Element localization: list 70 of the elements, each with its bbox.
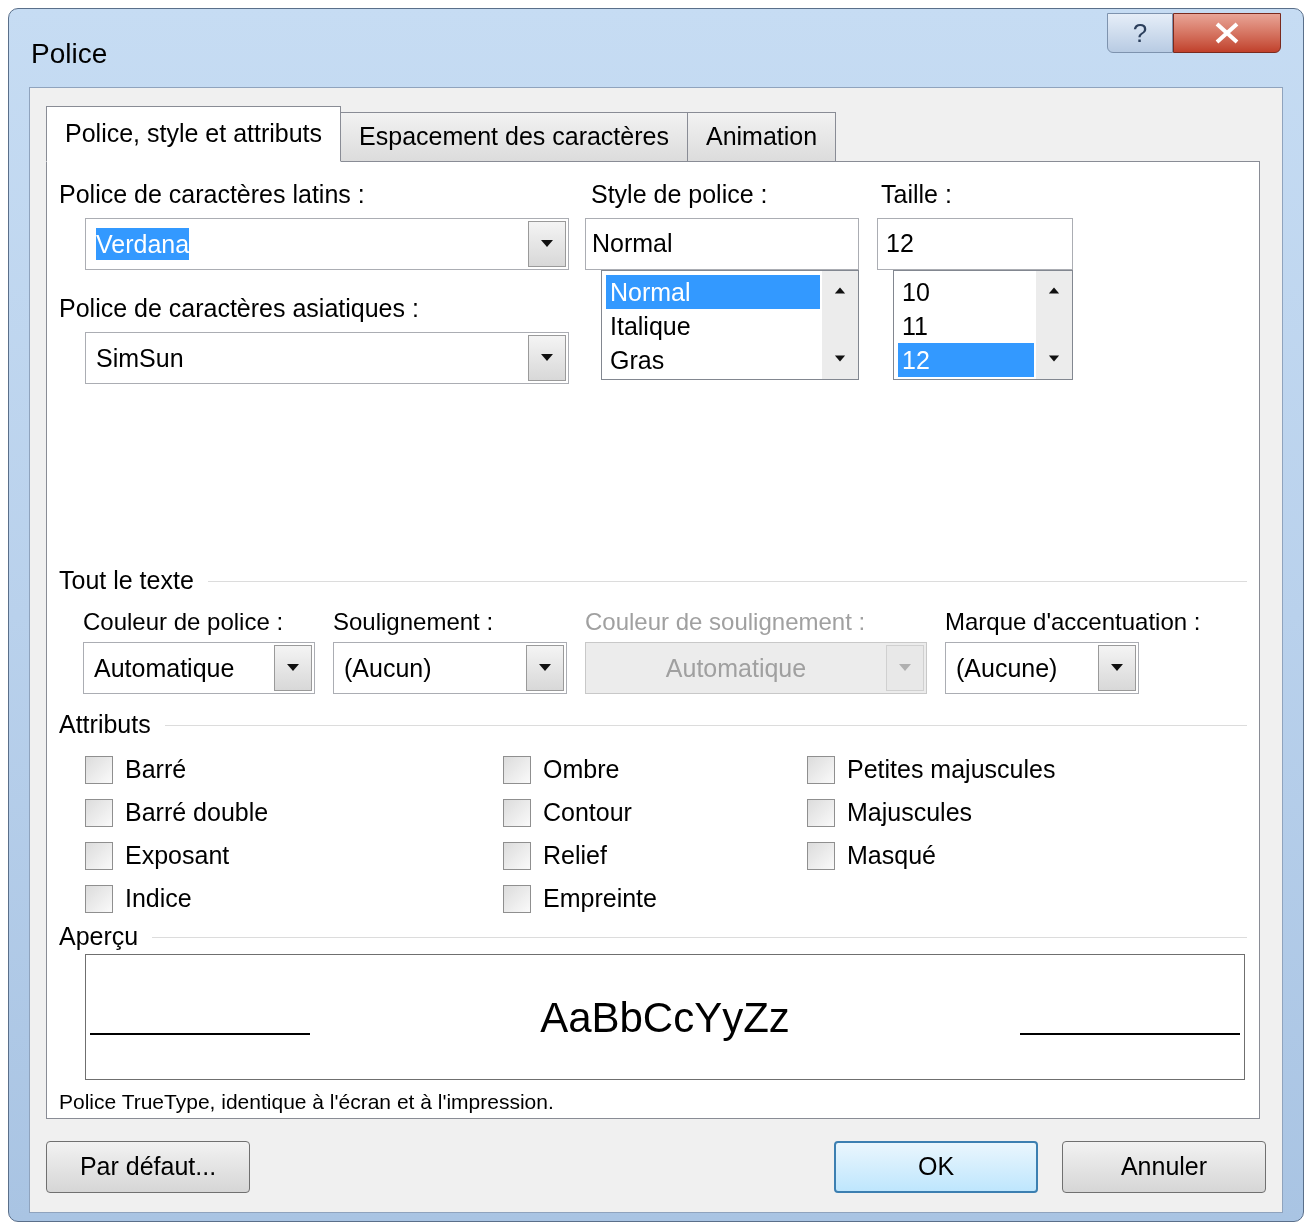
dropdown-value: Verdana	[96, 228, 190, 260]
window-title: Police	[31, 37, 108, 71]
text-field[interactable]: Normal	[585, 218, 859, 270]
checkbox-label: Petites majuscules	[847, 753, 1056, 785]
field-label: Couleur de soulignement :	[585, 607, 867, 637]
field-label: Marque d'accentuation :	[945, 607, 1201, 637]
dropdown-value: (Aucune)	[956, 653, 1058, 684]
dropdown-value: SimSun	[96, 343, 184, 374]
checkbox[interactable]	[85, 798, 113, 827]
section-title: Attributs	[59, 709, 151, 741]
text-field[interactable]: 12	[877, 218, 1073, 270]
tab[interactable]: Police, style et attributs	[46, 106, 342, 162]
checkbox-label: Relief	[543, 839, 607, 871]
field-label: Taille :	[880, 179, 953, 210]
checkbox[interactable]	[503, 798, 531, 827]
checkbox[interactable]	[807, 841, 835, 870]
tab[interactable]: Espacement des caractères	[340, 112, 688, 162]
checkbox-label: Barré	[125, 753, 187, 785]
checkbox-label: Majuscules	[847, 796, 973, 828]
dropdown-button[interactable]	[526, 645, 564, 691]
dialog-button[interactable]: Par défaut...	[46, 1141, 250, 1193]
dropdown-value: Automatique	[94, 653, 235, 684]
field-label: Couleur de police :	[83, 607, 285, 637]
preview-sample: AaBbCcYyZz	[540, 992, 790, 1043]
dropdown-field[interactable]: Automatique	[83, 642, 315, 694]
checkbox-label: Indice	[125, 882, 192, 914]
dropdown-value: Automatique	[665, 653, 807, 684]
list-item[interactable]: 11	[898, 309, 1034, 343]
close-button[interactable]	[1173, 13, 1281, 53]
checkbox-label: Masqué	[847, 839, 936, 871]
dropdown-value: (Aucun)	[344, 653, 432, 684]
close-icon	[1214, 22, 1240, 44]
font-description: Police TrueType, identique à l'écran et à l'impression.	[59, 1089, 555, 1115]
dropdown-button[interactable]	[528, 221, 566, 267]
dropdown-field[interactable]: SimSun	[85, 332, 569, 384]
list-item[interactable]: Italique	[606, 309, 820, 343]
section-title: Aperçu	[59, 921, 139, 953]
field-label: Style de police :	[590, 179, 769, 210]
checkbox[interactable]	[503, 841, 531, 870]
help-button[interactable]: ?	[1107, 13, 1173, 53]
checkbox[interactable]	[85, 884, 113, 913]
dropdown-button[interactable]	[274, 645, 312, 691]
list-item[interactable]: Gras	[606, 343, 820, 377]
dialog-button[interactable]: OK	[834, 1141, 1038, 1193]
scrollbar[interactable]	[822, 271, 858, 379]
dropdown-field[interactable]: (Aucun)	[333, 642, 567, 694]
checkbox[interactable]	[503, 755, 531, 784]
dialog-button[interactable]: Annuler	[1062, 1141, 1266, 1193]
field-label: Police de caractères asiatiques :	[59, 293, 420, 324]
dropdown-button[interactable]	[1098, 645, 1136, 691]
checkbox[interactable]	[85, 841, 113, 870]
checkbox[interactable]	[503, 884, 531, 913]
checkbox[interactable]	[807, 798, 835, 827]
field-label: Police de caractères latins :	[59, 179, 366, 210]
checkbox-label: Barré double	[125, 796, 269, 828]
section-title: Tout le texte	[59, 565, 194, 597]
caret-up-icon	[834, 285, 846, 297]
tab[interactable]: Animation	[686, 112, 837, 162]
checkbox[interactable]	[85, 755, 113, 784]
caret-up-icon	[1048, 285, 1060, 297]
checkbox-label: Exposant	[125, 839, 230, 871]
checkbox-label: Ombre	[543, 753, 620, 785]
list-item[interactable]: 10	[898, 275, 1034, 309]
checkbox-label: Contour	[543, 796, 632, 828]
checkbox-label: Empreinte	[543, 882, 657, 914]
checkbox[interactable]	[807, 755, 835, 784]
dropdown-button[interactable]	[528, 335, 566, 381]
dropdown-field[interactable]: (Aucune)	[945, 642, 1139, 694]
field-label: Soulignement :	[333, 607, 495, 637]
scrollbar[interactable]	[1036, 271, 1072, 379]
